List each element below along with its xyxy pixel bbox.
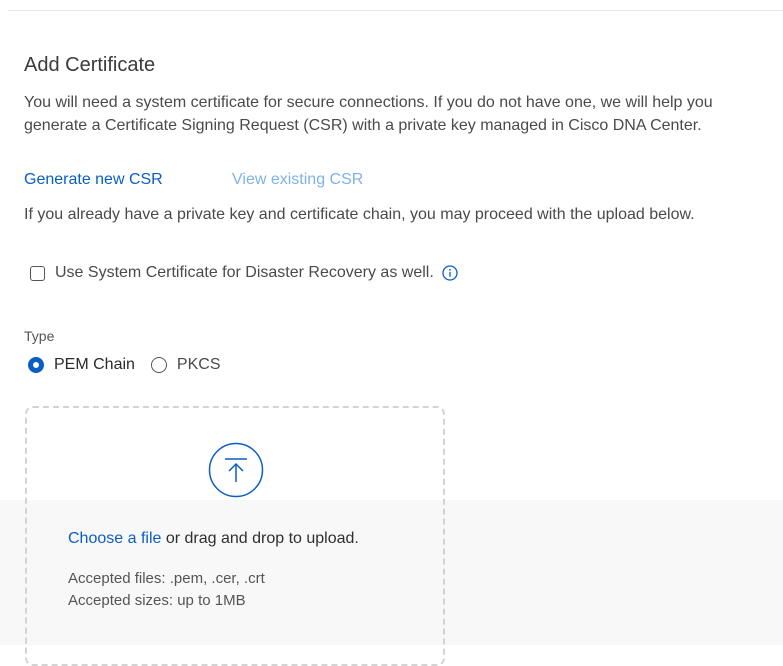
choose-file-link[interactable]: Choose a file — [68, 530, 161, 547]
dr-checkbox-label[interactable]: Use System Certificate for Disaster Reco… — [55, 264, 434, 282]
dr-checkbox-row[interactable]: Use System Certificate for Disaster Reco… — [30, 264, 458, 282]
file-dropzone[interactable]: Choose a file or drag and drop to upload… — [25, 406, 445, 666]
accepted-info: Accepted files: .pem, .cer, .crt Accepte… — [68, 568, 265, 612]
type-label: Type — [24, 328, 55, 344]
upload-note: If you already have a private key and ce… — [24, 206, 695, 223]
type-radio-group: PEM Chain PKCS — [28, 356, 221, 374]
drag-drop-text: or drag and drop to upload. — [161, 530, 359, 547]
accepted-files: Accepted files: .pem, .cer, .crt — [68, 570, 265, 587]
pkcs-radio[interactable] — [150, 357, 167, 373]
top-divider — [8, 10, 783, 11]
csr-links: Generate new CSR View existing CSR — [24, 171, 363, 189]
page-title: Add Certificate — [24, 54, 156, 76]
pem-chain-radio[interactable] — [28, 357, 44, 373]
accepted-sizes: Accepted sizes: up to 1MB — [68, 592, 246, 609]
pkcs-label[interactable]: PKCS — [177, 356, 221, 374]
choose-file-line: Choose a file or drag and drop to upload… — [68, 530, 359, 548]
pem-chain-label[interactable]: PEM Chain — [54, 356, 135, 374]
generate-csr-link[interactable]: Generate new CSR — [24, 171, 163, 188]
intro-text: You will need a system certificate for s… — [24, 94, 713, 134]
view-csr-link[interactable]: View existing CSR — [232, 171, 363, 189]
info-icon[interactable] — [442, 265, 458, 281]
dr-checkbox[interactable] — [30, 265, 45, 281]
upload-arrow-icon[interactable] — [208, 442, 264, 498]
